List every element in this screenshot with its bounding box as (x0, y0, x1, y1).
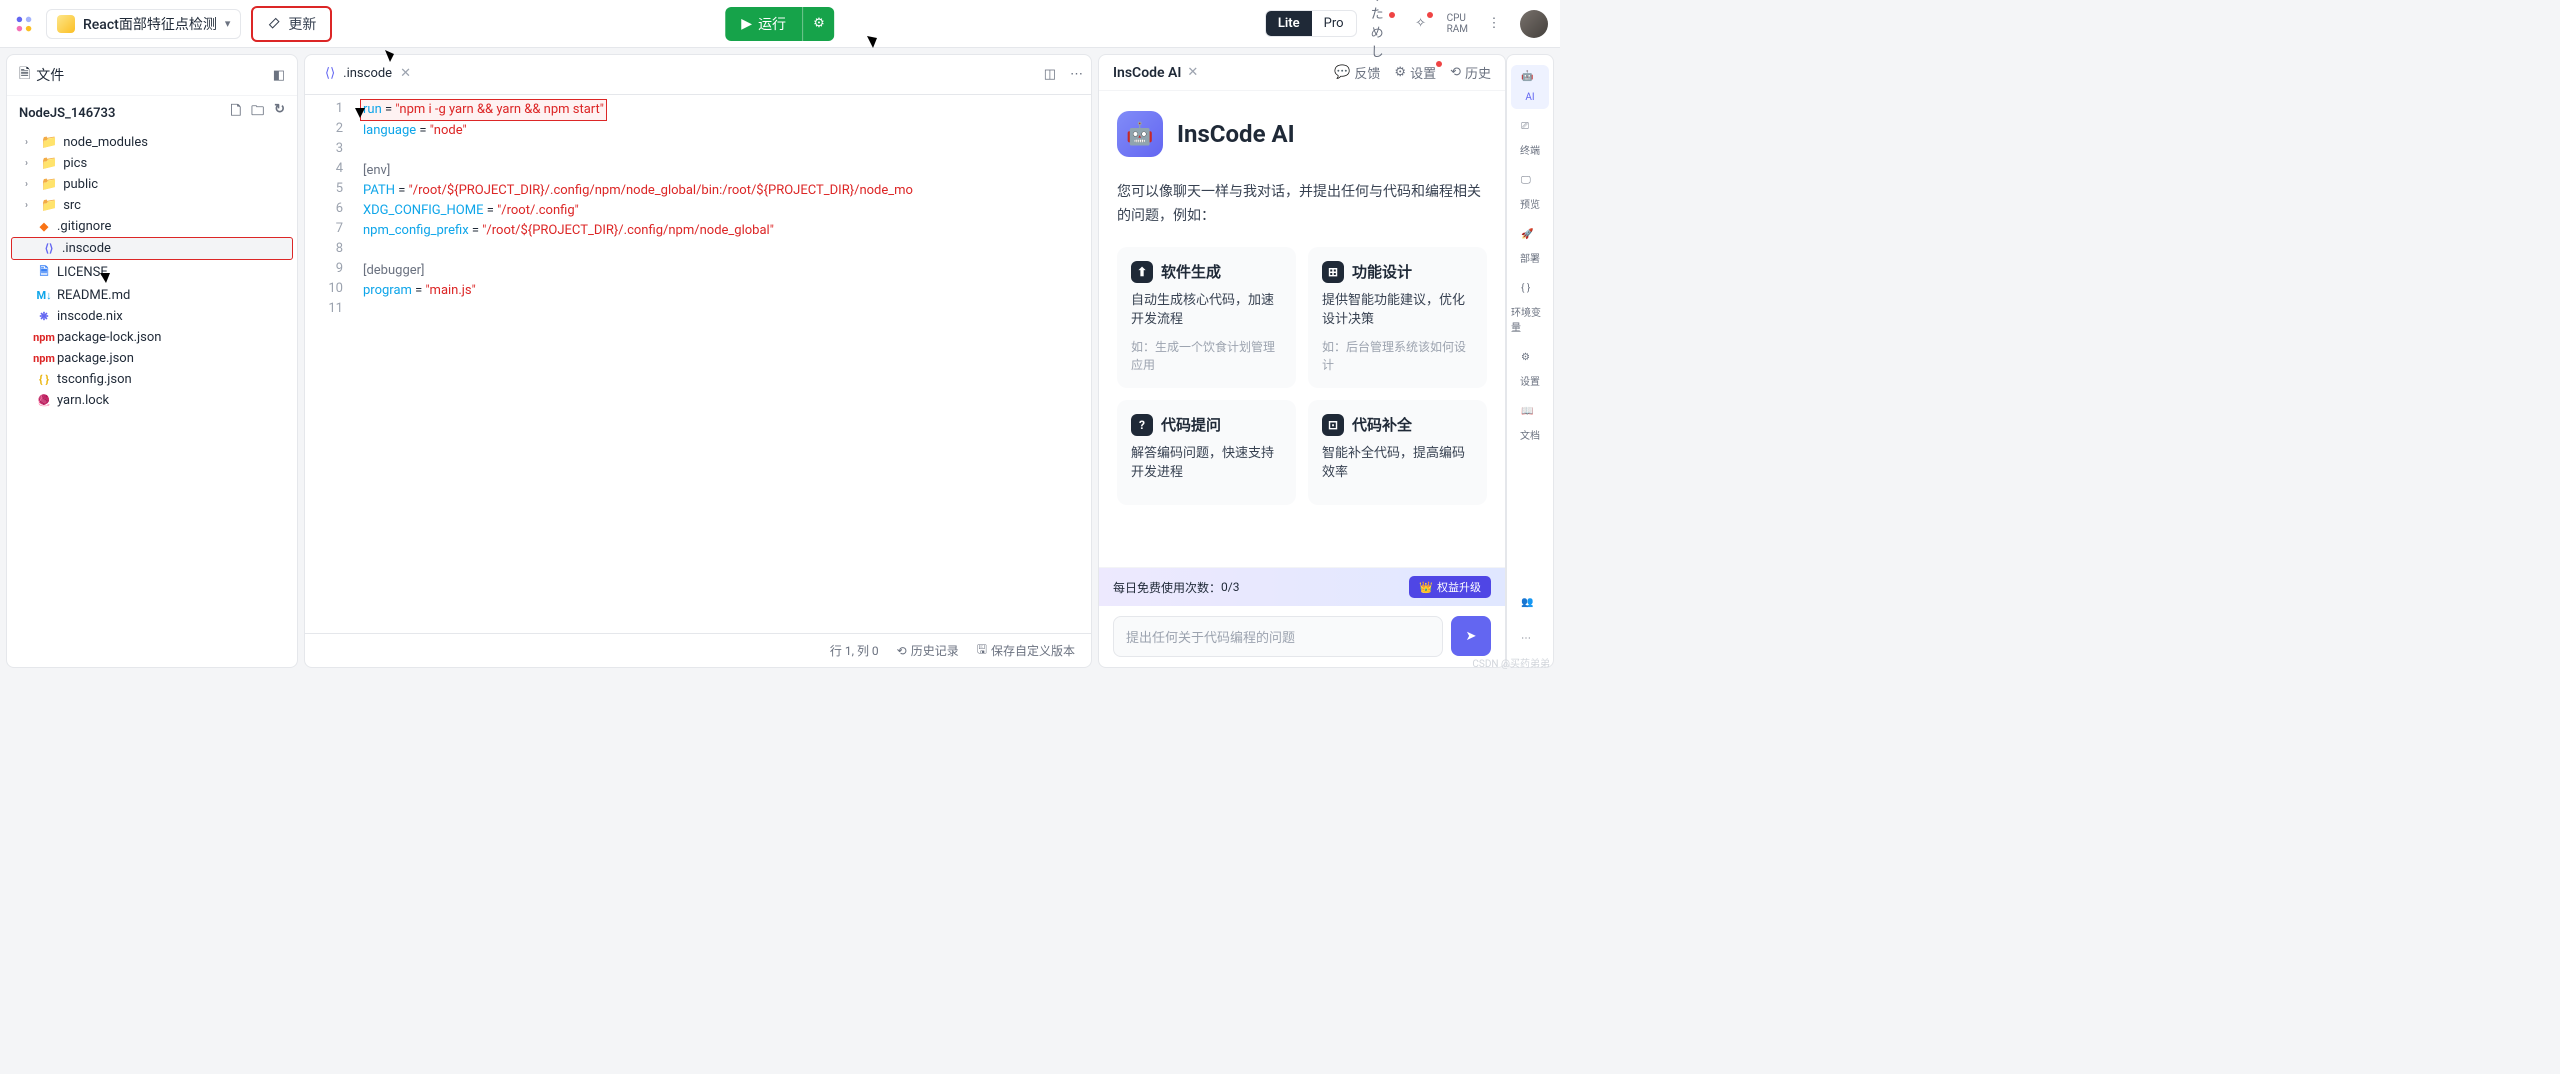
file-LICENSE[interactable]: 🗎LICENSE (7, 260, 297, 285)
more-tab-icon[interactable]: ⋯ (1070, 67, 1083, 82)
ai-brand-title: InsCode AI (1177, 120, 1295, 148)
ai-panel-title: InsCode AI (1113, 65, 1181, 81)
run-controls: ▶ 运行 ⚙ (725, 7, 834, 41)
project-name: React面部特征点检测 (83, 14, 217, 34)
more-icon[interactable]: ⋮ (1482, 12, 1506, 36)
file--inscode[interactable]: ⟨⟩.inscode (11, 237, 293, 260)
rail-文档[interactable]: 📖文档 (1511, 400, 1549, 448)
folder-src[interactable]: ›📁src (7, 195, 297, 216)
plan-lite[interactable]: Lite (1266, 11, 1312, 36)
rail-部署[interactable]: 🚀部署 (1511, 223, 1549, 271)
file-panel: 🗎 文件 ◧ NodeJS_146733 🗋 🗀 ↻ ›📁node_module… (6, 54, 298, 668)
rocket-icon (267, 16, 282, 31)
project-selector[interactable]: React面部特征点检测 ▾ (46, 9, 241, 39)
rail-设置[interactable]: ⚙设置 (1511, 346, 1549, 394)
send-button[interactable]: ➤ (1451, 616, 1491, 656)
file-icon: 🗎 (19, 63, 30, 87)
ai-card-0[interactable]: ⬆软件生成自动生成核心代码，加速开发流程如：生成一个饮食计划管理应用 (1117, 247, 1296, 388)
topbar: React面部特征点检测 ▾ 更新 ▶ 运行 ⚙ Lite Pro �ためし ✧ (0, 0, 1560, 48)
update-button[interactable]: 更新 (251, 6, 332, 42)
right-rail: 🤖AI ⎚终端 🖵预览 🚀部署 { }环境变量 ⚙设置 📖文档 👥 ⋯ (1506, 54, 1554, 668)
plan-pro[interactable]: Pro (1312, 11, 1356, 36)
history-link[interactable]: ⟲ 历史 (1450, 63, 1491, 82)
file-inscode-nix[interactable]: ❋inscode.nix (7, 306, 297, 327)
ai-robot-icon: 🤖 (1117, 111, 1163, 157)
play-icon: ▶ (741, 16, 752, 32)
run-label: 运行 (758, 14, 786, 34)
rail-预览[interactable]: 🖵预览 (1511, 169, 1549, 217)
resource-meter: CPU RAM (1447, 13, 1468, 35)
file-tsconfig-json[interactable]: { }tsconfig.json (7, 369, 297, 390)
project-root: NodeJS_146733 (19, 106, 115, 121)
invite-icon[interactable]: ✧ (1409, 12, 1433, 36)
user-avatar[interactable] (1520, 10, 1548, 38)
rail-community[interactable]: 👥 (1511, 591, 1549, 621)
ai-card-1[interactable]: ⊞功能设计提供智能功能建议，优化设计决策如：后台管理系统该如何设计 (1308, 247, 1487, 388)
chevron-down-icon: ▾ (225, 17, 231, 30)
refresh-icon[interactable]: ↻ (274, 102, 285, 124)
app-logo[interactable] (12, 12, 36, 36)
folder-pics[interactable]: ›📁pics (7, 153, 297, 174)
folder-public[interactable]: ›📁public (7, 174, 297, 195)
code-editor[interactable]: 1234567891011 run = "npm i -g yarn && ya… (305, 95, 1091, 633)
ai-intro-text: 您可以像聊天一样与我对话，并提出任何与代码和编程相关的问题，例如： (1117, 181, 1487, 229)
save-version-link[interactable]: 🖫 保存自定义版本 (977, 640, 1075, 661)
ai-panel: InsCode AI ✕ 💬 反馈 ⚙ 设置 ⟲ 历史 🤖 InsCode AI… (1098, 54, 1506, 668)
folder-node_modules[interactable]: ›📁node_modules (7, 132, 297, 153)
rail-环境变量[interactable]: { }环境变量 (1511, 277, 1549, 340)
file-README-md[interactable]: М↓README.md (7, 285, 297, 306)
close-icon[interactable]: ✕ (1187, 65, 1198, 80)
ai-prompt-input[interactable]: 提出任何关于代码编程的问题 (1113, 616, 1443, 657)
settings-link[interactable]: ⚙ 设置 (1394, 63, 1436, 82)
cursor-position: 行 1, 列 0 (830, 642, 879, 659)
upgrade-button[interactable]: 👑 权益升级 (1409, 576, 1491, 598)
file-package-json[interactable]: npmpackage.json (7, 348, 297, 369)
file--gitignore[interactable]: ◆.gitignore (7, 216, 297, 237)
update-label: 更新 (288, 14, 316, 34)
rail-more[interactable]: ⋯ (1511, 627, 1549, 657)
file-package-lock-json[interactable]: npmpackage-lock.json (7, 327, 297, 348)
history-link[interactable]: ⟲ 历史记录 (897, 642, 959, 659)
feedback-link[interactable]: 💬 反馈 (1334, 63, 1380, 82)
rail-AI[interactable]: 🤖AI (1511, 65, 1549, 109)
editor-panel: ⟨⟩ .inscode ✕ ◫ ⋯ 1234567891011 run = "n… (304, 54, 1092, 668)
split-icon[interactable]: ◫ (1044, 67, 1056, 82)
quota-bar: 每日免费使用次数：0/3 👑 权益升级 (1099, 568, 1505, 606)
notification-icon[interactable]: �ためし (1371, 12, 1395, 36)
inscode-file-icon: ⟨⟩ (325, 66, 335, 81)
file-yarn-lock[interactable]: 🧶yarn.lock (7, 390, 297, 411)
tab-label: .inscode (343, 66, 392, 81)
run-button[interactable]: ▶ 运行 (725, 7, 802, 41)
run-settings-button[interactable]: ⚙ (802, 7, 835, 41)
project-icon (57, 15, 75, 33)
rail-终端[interactable]: ⎚终端 (1511, 115, 1549, 163)
file-tree: ›📁node_modules›📁pics›📁public›📁src◆.gitig… (7, 130, 297, 413)
gear-icon: ⚙ (813, 16, 825, 31)
plan-toggle: Lite Pro (1265, 10, 1357, 37)
file-panel-title: 🗎 文件 (19, 63, 64, 87)
ai-card-2[interactable]: ?代码提问解答编码问题，快速支持开发进程 (1117, 400, 1296, 505)
new-folder-icon[interactable]: 🗀 (251, 102, 264, 124)
new-file-icon[interactable]: 🗋 (231, 102, 241, 124)
collapse-panel-icon[interactable]: ◧ (273, 68, 285, 83)
editor-tab-inscode[interactable]: ⟨⟩ .inscode ✕ (313, 58, 423, 91)
ai-card-3[interactable]: ⊡代码补全智能补全代码，提高编码效率 (1308, 400, 1487, 505)
watermark: CSDN @买药弟弟 (1472, 655, 1550, 670)
close-icon[interactable]: ✕ (400, 66, 411, 81)
